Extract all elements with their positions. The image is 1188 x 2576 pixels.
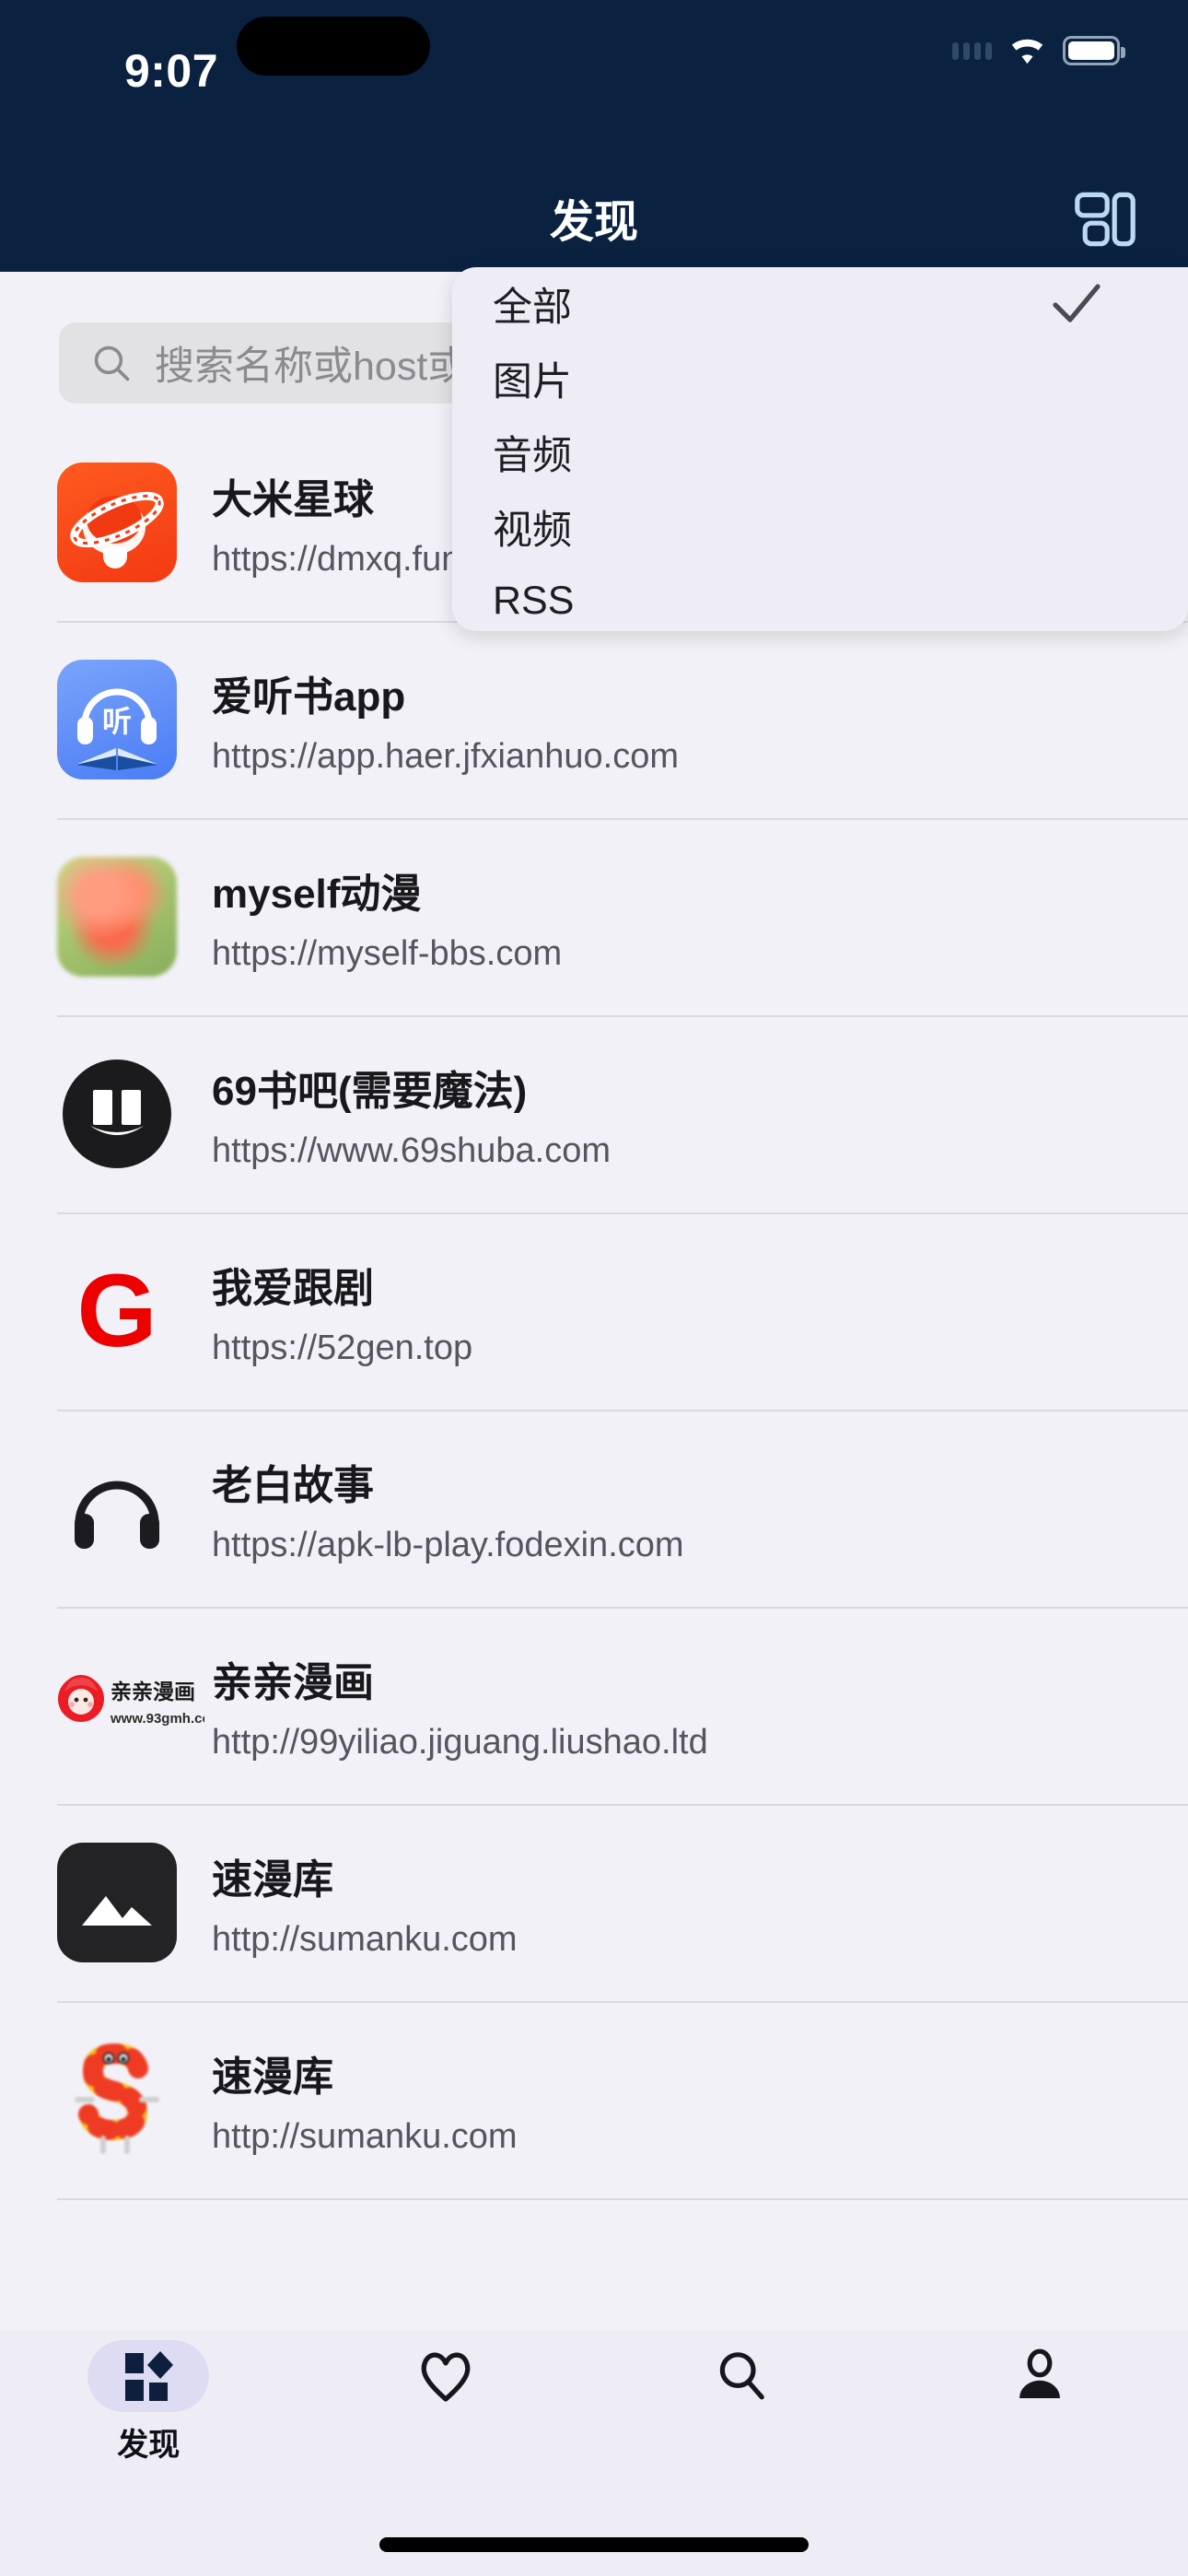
list-item-title: 亲亲漫画	[212, 1659, 374, 1705]
person-icon	[1019, 2348, 1060, 2398]
list-item-icon: 亲亲漫画 www.93gmh.com	[57, 1645, 204, 1765]
headphones-icon	[75, 1481, 159, 1549]
ting-character: 听	[102, 704, 132, 739]
dropdown-item-label: 视频	[493, 508, 572, 553]
dropdown-item-rss[interactable]: RSS	[452, 564, 1188, 631]
list-item-icon	[57, 857, 177, 977]
qinqin-manhua-logo-icon: 亲亲漫画 www.93gmh.com	[58, 1675, 204, 1727]
list-item-text: 速漫库 http://sumanku.com	[212, 2043, 518, 2157]
list-item-icon	[57, 463, 177, 582]
wifi-icon	[1011, 39, 1043, 64]
list-item-icon	[57, 2237, 177, 2239]
list-item-title: 速漫库	[212, 1856, 333, 1903]
list-item-title: 大米星球	[212, 476, 374, 522]
tab-favorites[interactable]	[297, 2331, 595, 2506]
site-list[interactable]: 大米星球 https://dmxq.fun 听 爱听书app https://a…	[0, 424, 1188, 2239]
dropdown-item-label: 全部	[493, 286, 572, 331]
dropdown-item-audio[interactable]: 音频	[452, 416, 1188, 490]
list-item-url: http://99yiliao.jiguang.liushao.ltd	[212, 1722, 708, 1762]
battery-icon	[1063, 36, 1125, 65]
dropdown-item-label: RSS	[493, 578, 575, 623]
layout-grid-button[interactable]	[1063, 187, 1147, 252]
layout-grid-icon	[1075, 192, 1136, 247]
s-mascot-icon	[75, 2043, 159, 2154]
page-title: 发现	[549, 198, 638, 247]
list-item-title: myself动漫	[212, 871, 422, 917]
tab-profile[interactable]	[891, 2331, 1188, 2506]
dropdown-item-video[interactable]: 视频	[452, 490, 1188, 565]
list-item-text: 我爱跟剧 https://52gen.top	[212, 1255, 472, 1368]
list-item-url: https://www.69shuba.com	[212, 1130, 611, 1170]
list-item-title: 老白故事	[212, 1462, 374, 1508]
list-item-url: https://apk-lb-play.fodexin.com	[212, 1525, 684, 1564]
list-item-url: https://52gen.top	[212, 1328, 473, 1367]
list-item[interactable]: myself动漫 https://myself-bbs.com	[0, 818, 1188, 1015]
flower-photo-icon	[57, 857, 177, 977]
list-item-text: 老白故事 https://apk-lb-play.fodexin.com	[212, 1452, 684, 1565]
list-item[interactable]: G 我爱跟剧 https://52gen.top	[0, 1212, 1188, 1410]
list-item-icon: G	[57, 1251, 177, 1371]
list-item[interactable]: 速漫库 http://sumanku.com	[0, 1804, 1188, 2001]
check-icon	[1053, 284, 1101, 322]
list-item-text: 爱听书app https://app.haer.jfxianhuo.com	[212, 663, 679, 777]
open-book-circle-icon	[63, 1060, 171, 1168]
list-item-title: 爱听书app	[212, 673, 406, 720]
list-item-url: http://sumanku.com	[212, 2116, 518, 2156]
list-item[interactable]: 老白故事 https://apk-lb-play.fodexin.com	[0, 1410, 1188, 1607]
tab-icon-wrap	[385, 2340, 507, 2412]
app-screen: 9:07 发现 搜索名称或host或简介 大米星球 https://dmxq.f…	[0, 0, 1188, 2576]
status-bar-indicators	[952, 35, 1125, 66]
list-item-url: http://sumanku.com	[212, 1919, 518, 1959]
search-icon	[720, 2352, 765, 2400]
list-item-icon	[57, 2040, 177, 2160]
heart-icon	[421, 2352, 471, 2402]
list-item-title: 速漫库	[212, 2054, 333, 2100]
qinqin-brand-text: 亲亲漫画	[111, 1680, 195, 1704]
search-icon	[94, 345, 130, 381]
bottom-tab-bar: 发现	[0, 2331, 1188, 2576]
status-bar-time: 9:07	[123, 45, 219, 97]
tab-discover[interactable]: 发现	[0, 2331, 297, 2506]
list-item[interactable]: 亲亲漫画 www.93gmh.com 亲亲漫画 http://99yiliao.…	[0, 1607, 1188, 1804]
tab-active-pill	[87, 2340, 210, 2412]
list-item-icon	[57, 1448, 177, 1568]
list-item-text: myself动漫 https://myself-bbs.com	[212, 861, 562, 974]
qinqin-site-text: www.93gmh.com	[110, 1711, 204, 1727]
dropdown-item-label: 图片	[493, 359, 572, 404]
list-item-text: 大米星球 https://dmxq.fun	[212, 466, 460, 580]
dropdown-item-label: 音频	[493, 434, 572, 479]
list-item[interactable]: 速漫库 http://sumanku.com	[0, 2001, 1188, 2198]
list-item-text: 速漫库 http://sumanku.com	[212, 1846, 518, 1960]
list-item[interactable]: 69书吧(需要魔法) https://www.69shuba.com	[0, 1015, 1188, 1212]
list-item-url: https://myself-bbs.com	[212, 933, 563, 973]
list-item-icon	[57, 1054, 177, 1174]
dynamic-island	[237, 17, 430, 76]
list-item-icon	[57, 1843, 177, 1962]
tab-icon-wrap	[979, 2340, 1101, 2412]
letter-g-icon: G	[76, 1253, 157, 1368]
list-item[interactable]: freeok https://www.freeok.vip	[0, 2198, 1188, 2239]
dropdown-item-all[interactable]: 全部	[452, 267, 1188, 342]
list-item-url: https://app.haer.jfxianhuo.com	[212, 736, 679, 776]
status-bar: 9:07	[0, 0, 1188, 161]
list-item-icon: 听	[57, 660, 177, 779]
filter-dropdown-menu[interactable]: 全部 图片 音频 视频 RSS 文字	[452, 267, 1188, 631]
headphone-book-app-icon: 听	[57, 660, 177, 779]
home-indicator[interactable]	[379, 2537, 809, 2552]
list-item-title: 我爱跟剧	[212, 1265, 374, 1311]
list-item-text: 69书吧(需要魔法) https://www.69shuba.com	[212, 1058, 611, 1171]
list-item-title: 69书吧(需要魔法)	[212, 1068, 528, 1114]
discover-blocks-icon	[125, 2351, 174, 2401]
tab-search[interactable]	[594, 2331, 891, 2506]
planet-app-icon	[57, 463, 177, 582]
tab-icon-wrap	[681, 2340, 803, 2412]
list-item[interactable]: 听 爱听书app https://app.haer.jfxianhuo.com	[0, 621, 1188, 818]
nav-bar: 发现	[0, 161, 1188, 272]
dropdown-item-image[interactable]: 图片	[452, 342, 1188, 416]
list-item-text: 亲亲漫画 http://99yiliao.jiguang.liushao.ltd	[212, 1649, 708, 1762]
tab-label: 发现	[117, 2428, 181, 2463]
signal-dots-icon	[952, 41, 992, 60]
list-item-url: https://dmxq.fun	[212, 539, 461, 579]
image-placeholder-icon	[57, 1843, 177, 1962]
